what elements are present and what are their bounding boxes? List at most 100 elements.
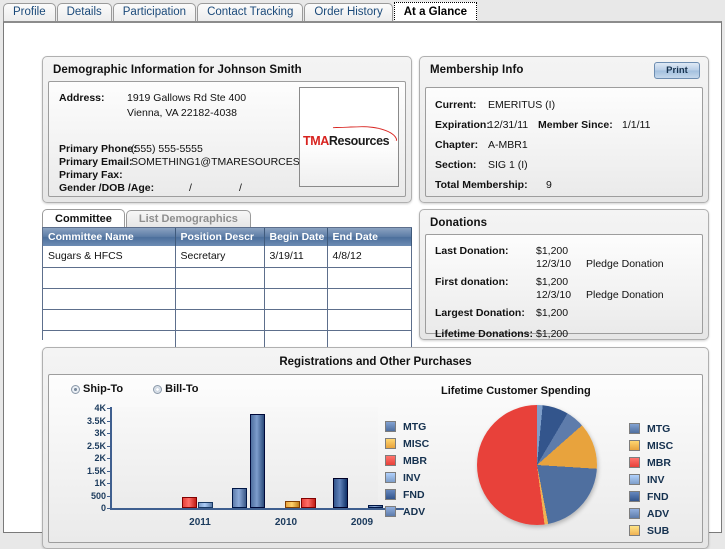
cell-begin-date[interactable] [264,288,327,309]
cell-committee-name[interactable] [43,309,175,330]
tab-details[interactable]: Details [57,3,112,22]
scope-radio-group: Ship-To Bill-To [71,383,199,395]
column-header-committee-name[interactable]: Committee Name [43,228,175,246]
lifetime-donations-amount: $1,200 [536,328,568,340]
bar-chart-plot-area: 05001K1.5K2K2.5K3K3.5K4K201120102009 [110,407,378,510]
bar-chart-y-tick: 2.5K [62,441,106,451]
legend-swatch-icon [385,506,396,517]
radio-ship-to-icon[interactable] [71,385,80,394]
dob-separator: / [189,182,192,194]
pie-legend-item[interactable]: MTG [629,421,673,436]
bar-legend-item[interactable]: MBR [385,453,429,468]
pie-legend-item[interactable]: INV [629,472,673,487]
largest-donation-amount: $1,200 [536,307,568,319]
legend-swatch-icon [629,474,640,485]
cell-committee-name[interactable] [43,288,175,309]
table-row[interactable] [43,309,411,330]
radio-ship-to[interactable]: Ship-To [71,383,123,395]
bar-chart-bar[interactable] [198,502,213,508]
cell-position-descr[interactable] [175,288,264,309]
cell-end-date[interactable] [327,288,411,309]
bar-chart-bar[interactable] [333,478,348,508]
bar-chart-y-tick: 1.5K [62,466,106,476]
cell-position-descr[interactable] [175,309,264,330]
tab-label: Profile [13,7,46,19]
bar-chart-y-tick-mark [107,446,110,447]
tab-list-demographics[interactable]: List Demographics [126,210,251,228]
member-since-value: 1/1/11 [622,119,650,131]
cell-position-descr[interactable] [175,267,264,288]
bar-chart-y-tick: 3K [62,428,106,438]
tab-order-history[interactable]: Order History [304,3,392,22]
table-row[interactable] [43,267,411,288]
column-header-end-date[interactable]: End Date [327,228,411,246]
radio-bill-to-icon[interactable] [153,385,162,394]
tab-contact-tracking[interactable]: Contact Tracking [197,3,303,22]
cell-position-descr[interactable]: Secretary [175,246,264,267]
pie-legend-item[interactable]: MISC [629,438,673,453]
bar-chart-x-tick: 2010 [275,517,297,528]
bar-chart-bar[interactable] [368,505,383,508]
legend-swatch-icon [385,489,396,500]
total-membership-value: 9 [546,179,552,191]
cell-committee-name[interactable] [43,267,175,288]
tab-participation[interactable]: Participation [113,3,196,22]
bar-legend-item[interactable]: MTG [385,419,429,434]
bar-legend-item[interactable]: FND [385,487,429,502]
committee-tab-strip: Committee List Demographics [42,209,252,228]
bar-chart-y-axis [110,407,112,510]
age-separator: / [239,182,242,194]
last-donation-type: Pledge Donation [586,258,664,270]
committee-grid[interactable]: Committee Name Position Descr Begin Date… [42,227,412,340]
legend-swatch-icon [629,423,640,434]
bar-chart-y-tick-mark [107,508,110,509]
pie-legend-item[interactable]: FND [629,489,673,504]
bar-chart-bar[interactable] [250,414,265,508]
member-since-label: Member Since: [538,119,613,131]
cell-end-date[interactable]: 4/8/12 [327,246,411,267]
cell-end-date[interactable] [327,267,411,288]
bar-chart-bar[interactable] [232,488,247,508]
bar-legend-item[interactable]: ADV [385,504,429,519]
cell-begin-date[interactable] [264,309,327,330]
pie-legend-item[interactable]: MBR [629,455,673,470]
last-donation-amount: $1,200 [536,245,568,257]
cell-begin-date[interactable]: 3/19/11 [264,246,327,267]
registrations-panel: Registrations and Other Purchases Ship-T… [42,347,709,549]
pie-legend-label: INV [647,474,665,486]
committee-table: Committee Name Position Descr Begin Date… [43,228,412,352]
bar-legend-item[interactable]: INV [385,470,429,485]
table-row[interactable] [43,288,411,309]
cell-begin-date[interactable] [264,267,327,288]
committee-section: Committee List Demographics Committee Na… [42,209,412,340]
legend-swatch-icon [629,491,640,502]
bar-chart-x-tick: 2009 [351,517,373,528]
bar-chart-y-tick-mark [107,458,110,459]
bar-chart-bar[interactable] [301,498,316,508]
cell-end-date[interactable] [327,309,411,330]
pie-legend-item[interactable]: ADV [629,506,673,521]
bar-legend-label: MBR [403,455,427,467]
tab-at-a-glance[interactable]: At a Glance [394,2,477,22]
print-button[interactable]: Print [654,62,700,79]
cell-committee-name[interactable]: Sugars & HFCS [43,246,175,267]
pie-legend-item[interactable]: SUB [629,523,673,538]
bar-legend-item[interactable]: MISC [385,436,429,451]
demographic-panel: Demographic Information for Johnson Smit… [42,56,412,203]
total-membership-label: Total Membership: [435,179,528,191]
table-row[interactable]: Sugars & HFCS Secretary 3/19/11 4/8/12 [43,246,411,267]
radio-bill-to[interactable]: Bill-To [153,383,198,395]
demographic-panel-body: Address: 1919 Gallows Rd Ste 400 Vienna,… [48,81,406,197]
bar-chart-bar[interactable] [182,497,197,508]
column-header-begin-date[interactable]: Begin Date [264,228,327,246]
tab-label: Details [67,7,102,19]
bar-legend-label: INV [403,472,421,484]
bar-chart-bar[interactable] [285,501,300,508]
primary-phone-label: Primary Phone: [59,143,137,155]
last-donation-label: Last Donation: [435,245,509,257]
tab-committee[interactable]: Committee [42,209,125,228]
tab-profile[interactable]: Profile [3,3,56,22]
radio-ship-to-label: Ship-To [83,383,123,395]
column-header-position-descr[interactable]: Position Descr [175,228,264,246]
chapter-label: Chapter: [435,139,478,151]
